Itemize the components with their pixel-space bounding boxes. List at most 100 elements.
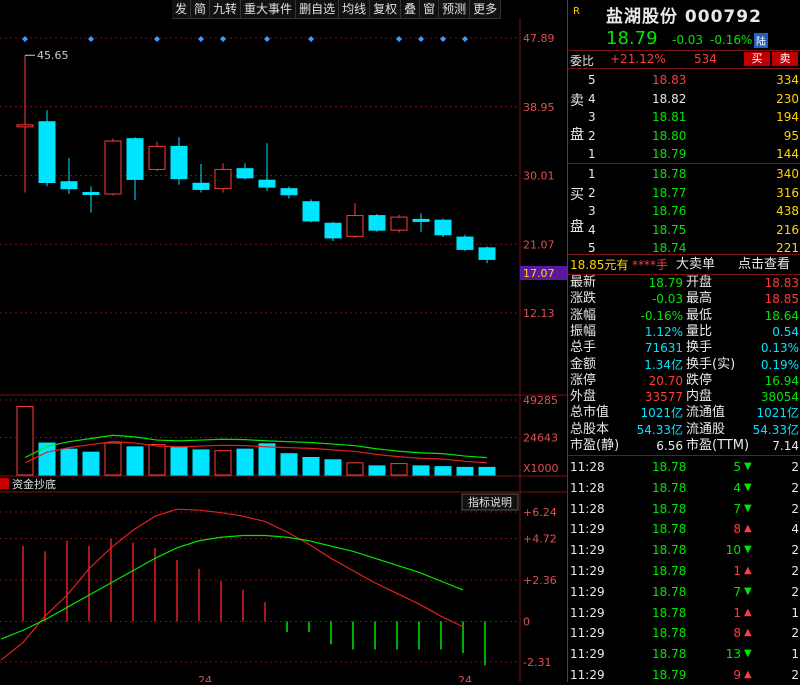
stat-value: -0.03 xyxy=(651,292,683,307)
level-num: 3 xyxy=(588,204,596,218)
tick-row: 11:28 18.78 4 ▼ 2 xyxy=(568,478,800,498)
bids-level[interactable]: 2 18.77 316 xyxy=(568,183,800,203)
big-order-price: 18.85元有 xyxy=(570,258,629,272)
stat-label: 外盘 xyxy=(570,389,597,405)
buy-button[interactable]: 买 xyxy=(744,52,770,66)
tick-count: 4 xyxy=(791,522,799,537)
stat-label: 量比 xyxy=(686,323,713,339)
tick-volume: 5 xyxy=(733,460,741,474)
asks-level[interactable]: 3 18.81 194 xyxy=(568,107,800,127)
stat-value: 71631 xyxy=(644,341,683,356)
ind-tick-label: +6.24 xyxy=(523,506,557,519)
vol-unit-label: X1000 xyxy=(523,462,559,475)
stat-row: 市盈(静) 6.56 市盈(TTM) 7.14 xyxy=(568,438,800,454)
asks-level[interactable]: 2 18.80 95 xyxy=(568,126,800,146)
stat-value: 6.56 xyxy=(656,439,683,453)
stat-label: 流通股 xyxy=(686,421,726,437)
stat-label: 内盘 xyxy=(686,389,713,405)
arrow-down-icon: ▼ xyxy=(744,585,752,597)
level-price: 18.79 xyxy=(652,147,687,161)
tick-count: 2 xyxy=(791,584,799,599)
kline-svg: 47.89 38.95 30.01 21.07 12.13 17.07 45.65 49285… xyxy=(0,18,567,682)
tick-price: 18.78 xyxy=(652,522,687,537)
stat-value: 1021亿 xyxy=(640,406,683,421)
sell-button[interactable]: 卖 xyxy=(772,52,798,66)
volume-bar xyxy=(280,453,298,476)
tick-row: 11:29 18.78 8 ▲ 4 xyxy=(568,519,800,539)
arrow-up-icon: ▲ xyxy=(744,565,752,576)
volume-bar xyxy=(82,451,100,476)
event-diamond-icon xyxy=(396,36,402,42)
stat-label: 总市值 xyxy=(570,405,610,421)
quote-panel: R 盐湖股份 000792 18.79 -0.03 -0.16% 陆 委比 +2… xyxy=(567,0,800,682)
level-price: 18.76 xyxy=(652,204,687,218)
stat-value: 1.34亿 xyxy=(644,357,683,372)
candle-body xyxy=(38,121,56,183)
price-tick-label: 21.07 xyxy=(523,238,555,251)
candle-body xyxy=(126,138,144,180)
volume-bar xyxy=(170,446,188,476)
tick-volume: 1 xyxy=(733,605,741,620)
stat-value: 38054 xyxy=(760,390,799,405)
level-volume: 438 xyxy=(776,204,799,218)
volume-bar xyxy=(324,459,342,476)
stat-value: 18.85 xyxy=(764,292,799,307)
asks-level[interactable]: 1 18.79 144 xyxy=(568,144,800,164)
ind-tick-label: -2.31 xyxy=(523,656,551,669)
tick-volume: 9 xyxy=(733,668,741,682)
tick-price: 18.78 xyxy=(652,543,687,558)
asks-level[interactable]: 5 18.83 334 xyxy=(568,70,800,90)
sell-side-label-1: 卖 xyxy=(570,93,584,109)
kline-chart-area[interactable]: 发简九转 重大事件 删自选 均线 复权叠窗预测 更多 47.89 38.95 30.01 21.… xyxy=(0,0,567,682)
price-tick-label: 47.89 xyxy=(523,32,555,45)
arrow-up-icon: ▲ xyxy=(744,523,752,535)
tick-row: 11:29 18.78 8 ▲ 2 xyxy=(568,623,800,643)
tick-volume: 10 xyxy=(725,543,741,558)
event-diamond-icon xyxy=(264,36,270,42)
weibi-label: 委比 xyxy=(570,54,595,68)
asks-level[interactable]: 4 18.82 230 xyxy=(568,89,800,109)
arrow-up-icon: ▲ xyxy=(744,606,752,618)
price-tick-label: 12.13 xyxy=(523,307,555,320)
bids-level[interactable]: 4 18.75 216 xyxy=(568,220,800,240)
volume-bar xyxy=(368,465,386,476)
stat-row: 总手 71631 换手 0.13% xyxy=(568,340,800,356)
level-price: 18.82 xyxy=(652,91,687,106)
event-diamond-icon xyxy=(308,36,314,42)
stat-label: 总手 xyxy=(570,340,597,356)
stat-value: 18.83 xyxy=(764,276,799,290)
tick-count: 2 xyxy=(791,543,799,558)
level-price: 18.78 xyxy=(652,167,687,181)
event-diamond-icon xyxy=(154,36,160,42)
big-order-link[interactable]: 点击查看 xyxy=(738,255,790,275)
tick-time: 11:29 xyxy=(570,564,605,578)
level-num: 1 xyxy=(588,167,596,181)
stat-row: 总市值 1021亿 流通值 1021亿 xyxy=(568,405,800,421)
stat-label: 市盈(TTM) xyxy=(686,438,750,453)
candle-body xyxy=(368,215,386,231)
tick-volume: 13 xyxy=(725,647,741,662)
big-order-bar[interactable]: 18.85元有 ****手 大卖单 点击查看 xyxy=(568,255,800,275)
bids-level[interactable]: 1 18.78 340 xyxy=(568,164,800,184)
event-diamond-icon xyxy=(462,36,468,42)
stat-value: 7.14 xyxy=(772,439,799,453)
level-price: 18.80 xyxy=(652,128,687,143)
stat-value: 33577 xyxy=(644,390,683,405)
stat-value: 0.54 xyxy=(772,324,799,339)
level-price: 18.75 xyxy=(652,222,687,237)
volume-bar xyxy=(192,449,210,476)
stat-label: 涨幅 xyxy=(570,307,597,323)
price-change: -0.03 xyxy=(672,33,704,47)
stat-value: 54.33亿 xyxy=(636,422,683,437)
event-diamond-icon xyxy=(440,36,446,42)
volume-bar xyxy=(236,448,254,476)
stat-value: 16.94 xyxy=(764,373,799,388)
stat-row: 总股本 54.33亿 流通股 54.33亿 xyxy=(568,422,800,438)
bids-level[interactable]: 3 18.76 438 xyxy=(568,201,800,221)
tick-row: 11:29 18.78 7 ▼ 2 xyxy=(568,582,800,602)
level-price: 18.81 xyxy=(652,110,687,124)
big-order-label: 大卖单 xyxy=(676,257,716,272)
tick-row: 11:29 18.79 9 ▲ 2 xyxy=(568,665,800,685)
stat-label: 流通值 xyxy=(686,405,726,421)
buy-side-label-2: 盘 xyxy=(570,219,584,235)
